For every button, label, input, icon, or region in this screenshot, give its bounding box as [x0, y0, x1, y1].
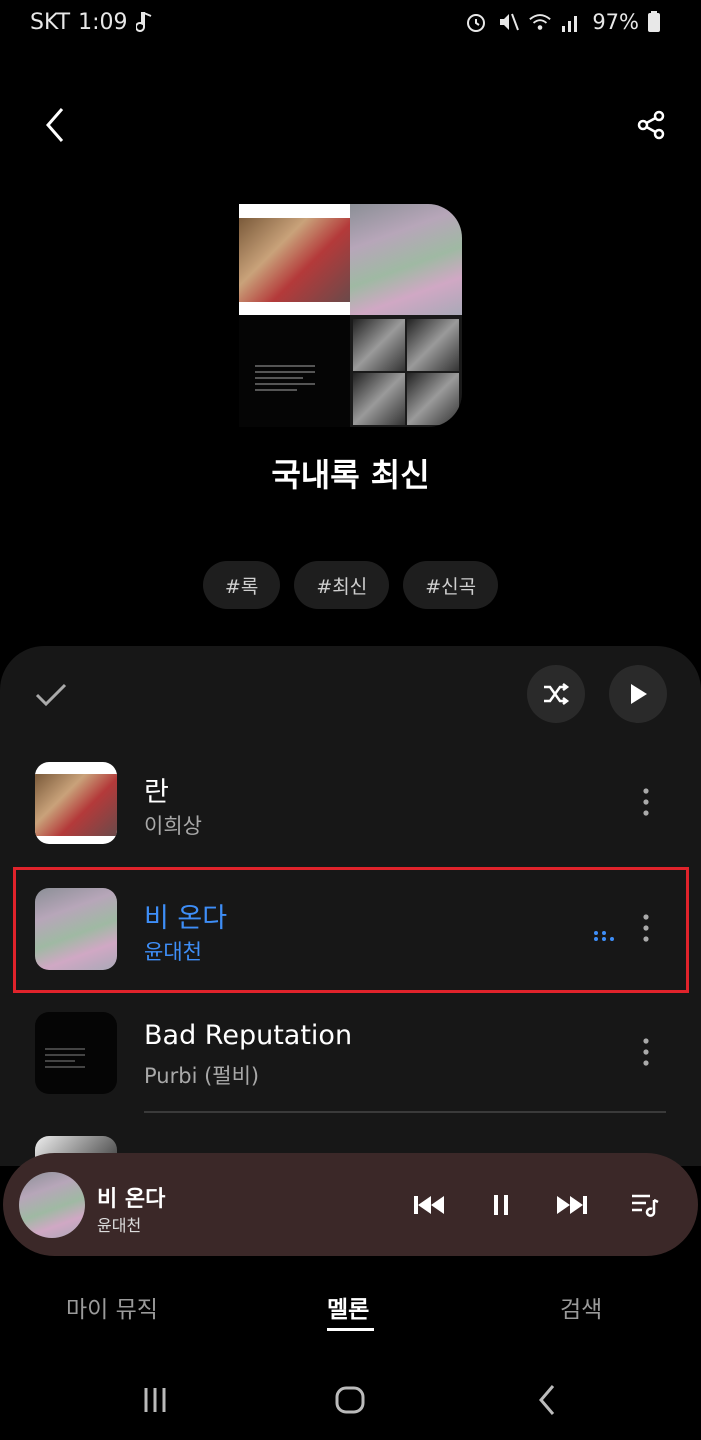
- active-tab-indicator: [327, 1328, 374, 1331]
- mini-player-title: 비 온다: [97, 1187, 166, 1212]
- more-options-button[interactable]: [631, 780, 661, 824]
- more-options-button[interactable]: [631, 1030, 661, 1074]
- tag-chip[interactable]: #록: [202, 561, 281, 609]
- mini-player[interactable]: 비 온다 윤대천: [3, 1153, 698, 1256]
- back-arrow-icon: [539, 1385, 555, 1415]
- mini-player-artist: 윤대천: [97, 1216, 142, 1235]
- status-right: 97%: [464, 10, 671, 34]
- mini-player-artwork: [19, 1172, 85, 1238]
- tag-chip[interactable]: #최신: [294, 561, 390, 609]
- mute-icon: [496, 10, 520, 34]
- recent-apps-icon: [144, 1388, 166, 1412]
- alarm-icon: [464, 10, 488, 34]
- track-row[interactable]: 란 이희상: [0, 742, 701, 866]
- selection-highlight: [13, 867, 689, 993]
- status-left: SKT 1:09: [30, 10, 160, 35]
- track-title: 란: [144, 777, 169, 808]
- list-divider: [144, 1111, 666, 1113]
- playlist-queue-button[interactable]: [623, 1183, 667, 1227]
- playlist-cover: [239, 204, 462, 427]
- home-button[interactable]: [328, 1380, 372, 1420]
- battery-icon: [647, 10, 671, 34]
- recent-apps-button[interactable]: [133, 1380, 177, 1420]
- cover-tile-3: [239, 315, 350, 427]
- battery-level: 97%: [592, 10, 639, 34]
- music-note-icon: [135, 10, 160, 34]
- track-thumbnail: [35, 1012, 117, 1094]
- shuffle-icon: [544, 683, 570, 705]
- tab-search[interactable]: 검색: [560, 1290, 602, 1324]
- tag-list: #록 #최신 #신곡: [0, 561, 701, 609]
- tab-my-music[interactable]: 마이 뮤직: [66, 1290, 158, 1324]
- playlist-title: 국내록 최신: [271, 456, 430, 494]
- skip-previous-icon: [414, 1196, 444, 1214]
- tag-chip[interactable]: #신곡: [403, 561, 499, 609]
- cover-tile-2: [350, 204, 462, 315]
- track-artist: Purbi (펄비): [144, 1064, 260, 1088]
- more-vertical-icon: [643, 788, 649, 816]
- more-vertical-icon: [643, 1038, 649, 1066]
- status-bar: SKT 1:09 97%: [0, 0, 701, 44]
- carrier-label: SKT: [30, 9, 71, 35]
- next-button[interactable]: [550, 1183, 594, 1227]
- tab-melon[interactable]: 멜론: [327, 1290, 369, 1324]
- previous-button[interactable]: [407, 1183, 451, 1227]
- chevron-left-icon: [46, 108, 64, 142]
- cover-tile-4: [350, 315, 462, 427]
- wifi-icon: [528, 10, 552, 34]
- home-icon: [335, 1386, 365, 1414]
- play-icon: [631, 684, 647, 704]
- track-artist: 이희상: [144, 814, 202, 838]
- back-button[interactable]: [30, 95, 80, 155]
- track-thumbnail: [35, 762, 117, 844]
- top-bar: [0, 95, 701, 155]
- clock: 1:09: [78, 9, 128, 35]
- share-icon: [637, 110, 665, 140]
- share-button[interactable]: [626, 95, 676, 155]
- track-title: Bad Reputation: [144, 1020, 353, 1051]
- sheet-toolbar: [0, 664, 701, 724]
- pause-button[interactable]: [479, 1183, 523, 1227]
- cover-tile-1: [239, 204, 350, 315]
- signal-icon: [560, 10, 584, 34]
- skip-next-icon: [557, 1196, 587, 1214]
- select-button[interactable]: [28, 672, 74, 718]
- pause-icon: [494, 1195, 508, 1215]
- system-back-button[interactable]: [525, 1380, 569, 1420]
- checkmark-icon: [35, 683, 67, 707]
- track-row[interactable]: Bad Reputation Purbi (펄비): [0, 992, 701, 1116]
- bottom-tab-bar: 마이 뮤직 멜론 검색: [0, 1276, 701, 1346]
- shuffle-button[interactable]: [527, 665, 585, 723]
- queue-music-icon: [632, 1194, 659, 1217]
- track-sheet: 란 이희상 비 온다 윤대천 Bad Reputation Purbi (펄비): [0, 646, 701, 1166]
- play-all-button[interactable]: [609, 665, 667, 723]
- system-nav-bar: [0, 1366, 701, 1436]
